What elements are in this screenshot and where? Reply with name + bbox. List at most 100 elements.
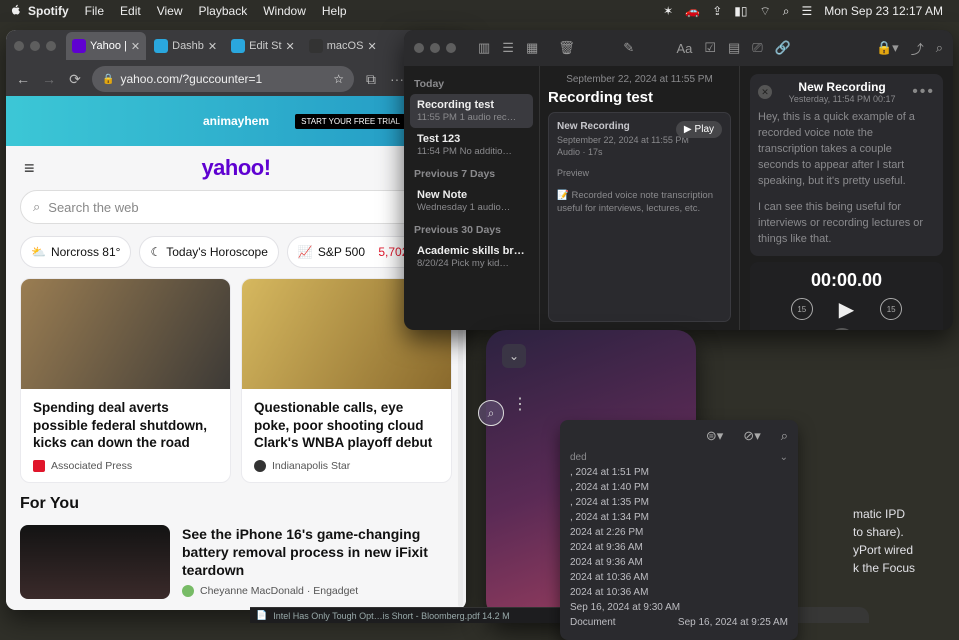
- checklist-icon[interactable]: ☑: [704, 40, 716, 56]
- menu-window[interactable]: Window: [263, 4, 306, 18]
- tab-yahoo[interactable]: Yahoo | ✕: [66, 32, 146, 60]
- forward-button[interactable]: →: [40, 71, 58, 87]
- banner-ad[interactable]: animayhem START YOUR FREE TRIAL: [6, 96, 466, 146]
- hamburger-icon[interactable]: ≡: [24, 158, 35, 179]
- file-date: 2024 at 10:36 AM: [570, 587, 648, 598]
- zoom-window-dot[interactable]: [446, 43, 456, 53]
- recording-card[interactable]: New Recording September 22, 2024 at 11:5…: [548, 112, 731, 322]
- sidebar-toggle-icon[interactable]: ▥: [478, 40, 490, 56]
- address-field[interactable]: 🔒 yahoo.com/?guccounter=1 ☆: [92, 66, 354, 92]
- apple-menu[interactable]: [10, 4, 22, 19]
- share-icon[interactable]: ⤴: [911, 39, 924, 58]
- close-tab-icon[interactable]: ✕: [131, 40, 140, 53]
- file-row[interactable]: , 2024 at 1:40 PM: [570, 480, 788, 495]
- file-row[interactable]: , 2024 at 1:51 PM: [570, 465, 788, 480]
- rewind-15-button[interactable]: 15: [791, 298, 813, 320]
- search-input[interactable]: ⌕ Search the web: [20, 190, 452, 224]
- close-icon[interactable]: ✕: [758, 85, 772, 99]
- author-avatar-icon: [182, 585, 194, 597]
- compose-icon[interactable]: ✎: [623, 40, 634, 56]
- bookmark-icon[interactable]: ☆: [333, 72, 344, 86]
- story-card[interactable]: Spending deal averts possible federal sh…: [20, 278, 231, 483]
- play-button[interactable]: ▶Play: [676, 121, 722, 138]
- airplay-icon[interactable]: ⇪: [712, 4, 722, 18]
- action-icon[interactable]: ⊘▾: [743, 428, 760, 444]
- menubar-clock[interactable]: Mon Sep 23 12:17 AM: [824, 4, 943, 18]
- reload-button[interactable]: ⟳: [66, 71, 84, 88]
- note-row[interactable]: Recording test11:55 PM 1 audio rec…: [410, 94, 533, 128]
- minimize-window-dot[interactable]: [30, 41, 40, 51]
- tab-dashboard[interactable]: Dashb✕: [148, 32, 223, 60]
- download-bar[interactable]: 📄Intel Has Only Tough Opt…is Short - Blo…: [250, 607, 590, 623]
- for-you-item[interactable]: See the iPhone 16's game-changing batter…: [6, 517, 466, 603]
- spotlight-icon[interactable]: ⌕: [783, 4, 790, 19]
- tab-edit[interactable]: Edit St✕: [225, 32, 301, 60]
- file-row[interactable]: , 2024 at 1:35 PM: [570, 495, 788, 510]
- record-button[interactable]: [829, 328, 855, 331]
- font-icon[interactable]: Aa: [676, 41, 692, 56]
- chevron-down-icon[interactable]: ⌄: [502, 344, 526, 368]
- file-row[interactable]: Sep 16, 2024 at 9:30 AM: [570, 600, 788, 615]
- chip-label: Norcross 81°: [51, 245, 121, 259]
- file-row[interactable]: 2024 at 9:36 AM: [570, 540, 788, 555]
- column-headers[interactable]: ded⌄: [570, 450, 788, 465]
- menu-file[interactable]: File: [85, 4, 104, 18]
- more-icon[interactable]: ⋮: [512, 394, 528, 414]
- table-icon[interactable]: ▤: [728, 40, 740, 56]
- zoom-window-dot[interactable]: [46, 41, 56, 51]
- back-button[interactable]: ←: [14, 71, 32, 87]
- tab-macos[interactable]: macOS✕: [303, 32, 383, 60]
- file-row[interactable]: 2024 at 9:36 AM: [570, 555, 788, 570]
- file-row[interactable]: 2024 at 2:26 PM: [570, 525, 788, 540]
- wifi-icon[interactable]: ⌔: [759, 4, 770, 19]
- file-date: , 2024 at 1:40 PM: [570, 482, 649, 493]
- menu-edit[interactable]: Edit: [120, 4, 141, 18]
- forward-15-button[interactable]: 15: [880, 298, 902, 320]
- group-icon[interactable]: ⊜▾: [706, 428, 723, 444]
- control-center-icon[interactable]: ☰: [801, 4, 812, 18]
- menu-view[interactable]: View: [157, 4, 183, 18]
- tab-label: Yahoo |: [90, 40, 127, 52]
- more-icon[interactable]: •••: [912, 83, 935, 101]
- play-pause-button[interactable]: ▶: [839, 297, 854, 322]
- search-icon[interactable]: ⌕: [478, 400, 504, 426]
- note-row[interactable]: Academic skills br…8/20/24 Pick my kid…: [410, 240, 533, 274]
- close-window-dot[interactable]: [414, 43, 424, 53]
- pocket-icon[interactable]: ⧉: [362, 71, 380, 88]
- lock-icon[interactable]: 🔒▾: [876, 40, 899, 56]
- close-window-dot[interactable]: [14, 41, 24, 51]
- yahoo-logo[interactable]: yahoo!: [201, 155, 270, 181]
- grid-view-icon[interactable]: ▦: [526, 40, 538, 56]
- close-tab-icon[interactable]: ✕: [367, 40, 376, 53]
- file-row[interactable]: 2024 at 10:36 AM: [570, 585, 788, 600]
- search-icon[interactable]: ⌕: [781, 428, 788, 444]
- minimize-window-dot[interactable]: [430, 43, 440, 53]
- menu-playback[interactable]: Playback: [199, 4, 248, 18]
- notes-window: ▥ ☰ ▦ 🗑 ✎ Aa ☑ ▤ ⎚ 🔗 🔒▾ ⤴ ⌕ Today Record…: [404, 30, 953, 330]
- firefox-window: Yahoo | ✕ Dashb✕ Edit St✕ macOS✕ ← → ⟳ 🔒 …: [6, 30, 466, 610]
- battery-icon[interactable]: ▮▯: [734, 4, 747, 18]
- phone-toolbar: ⌄: [496, 340, 686, 372]
- thumbnail: [20, 525, 170, 599]
- transcript-p2: I can see this being useful for intervie…: [758, 200, 935, 248]
- link-icon[interactable]: 🔗: [775, 40, 791, 56]
- close-tab-icon[interactable]: ✕: [286, 40, 295, 53]
- list-view-icon[interactable]: ☰: [502, 40, 514, 56]
- chip-horoscope[interactable]: ☾Today's Horoscope: [139, 236, 278, 268]
- notes-list[interactable]: Today Recording test11:55 PM 1 audio rec…: [404, 66, 540, 330]
- close-tab-icon[interactable]: ✕: [208, 40, 217, 53]
- trash-icon[interactable]: 🗑: [558, 40, 575, 56]
- file-row[interactable]: 2024 at 10:36 AM: [570, 570, 788, 585]
- chip-weather[interactable]: ⛅Norcross 81°: [20, 236, 131, 268]
- media-icon[interactable]: ⎚: [752, 40, 762, 56]
- ad-cta[interactable]: START YOUR FREE TRIAL: [295, 114, 406, 129]
- evernote-icon[interactable]: ✶: [663, 4, 673, 18]
- car-icon[interactable]: 🚗: [685, 4, 700, 18]
- note-row[interactable]: Test 12311:54 PM No additio…: [410, 128, 533, 162]
- menu-help[interactable]: Help: [322, 4, 347, 18]
- search-icon[interactable]: ⌕: [936, 40, 943, 56]
- note-row[interactable]: New NoteWednesday 1 audio…: [410, 184, 533, 218]
- favicon-icon: [72, 39, 86, 53]
- file-row[interactable]: , 2024 at 1:34 PM: [570, 510, 788, 525]
- menubar-app-name[interactable]: Spotify: [28, 4, 69, 18]
